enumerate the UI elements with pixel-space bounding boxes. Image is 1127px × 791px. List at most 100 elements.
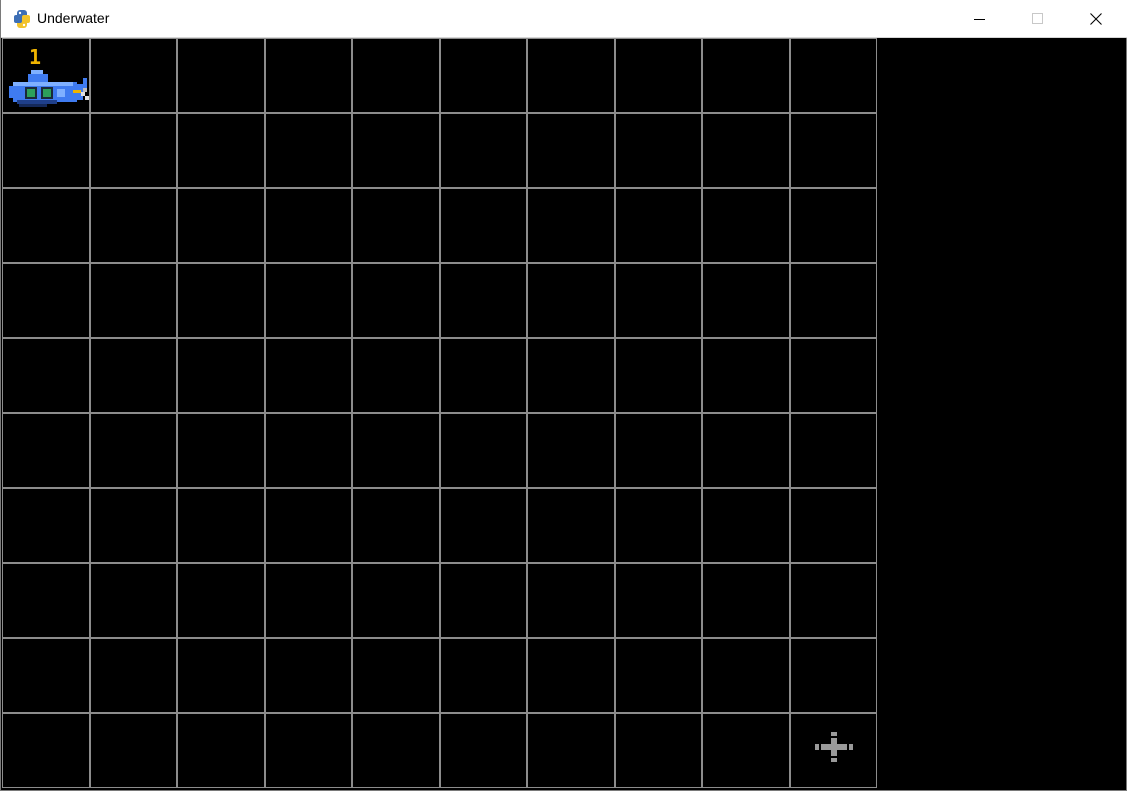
board-cell[interactable] <box>177 638 265 713</box>
board-cell[interactable] <box>264 188 352 263</box>
board-cell[interactable] <box>614 38 702 113</box>
board-cell[interactable] <box>264 713 352 788</box>
board-cell[interactable] <box>702 38 790 113</box>
board-cell[interactable] <box>264 263 352 338</box>
board-cell[interactable] <box>2 488 90 563</box>
board-cell[interactable] <box>2 713 90 788</box>
board-cell[interactable] <box>439 188 527 263</box>
board-cell[interactable] <box>89 713 177 788</box>
board-cell[interactable] <box>177 488 265 563</box>
board-cell[interactable] <box>177 713 265 788</box>
game-board[interactable] <box>2 38 879 790</box>
board-cell[interactable] <box>352 713 440 788</box>
board-cell[interactable] <box>614 113 702 188</box>
board-cell[interactable] <box>789 188 877 263</box>
board-cell[interactable] <box>614 638 702 713</box>
submarine-icon[interactable]: 1 <box>7 44 91 114</box>
board-cell[interactable] <box>789 638 877 713</box>
board-cell[interactable] <box>264 338 352 413</box>
board-cell[interactable] <box>264 38 352 113</box>
board-cell[interactable] <box>177 413 265 488</box>
board-cell[interactable] <box>352 563 440 638</box>
board-cell[interactable] <box>702 563 790 638</box>
board-cell[interactable] <box>439 113 527 188</box>
board-cell[interactable] <box>439 563 527 638</box>
board-cell[interactable] <box>614 188 702 263</box>
board-cell[interactable] <box>527 38 615 113</box>
board-cell[interactable] <box>352 488 440 563</box>
board-cell[interactable] <box>89 563 177 638</box>
board-cell[interactable] <box>264 488 352 563</box>
board-cell[interactable] <box>352 413 440 488</box>
game-canvas[interactable]: 1 <box>2 38 1126 790</box>
board-cell[interactable] <box>2 263 90 338</box>
board-cell[interactable] <box>439 488 527 563</box>
board-cell[interactable] <box>177 188 265 263</box>
board-cell[interactable] <box>702 113 790 188</box>
board-cell[interactable] <box>89 113 177 188</box>
board-cell[interactable] <box>177 338 265 413</box>
board-cell[interactable] <box>527 263 615 338</box>
board-cell[interactable] <box>439 263 527 338</box>
board-cell[interactable] <box>89 338 177 413</box>
board-cell[interactable] <box>527 338 615 413</box>
board-cell[interactable] <box>614 413 702 488</box>
board-cell[interactable] <box>527 113 615 188</box>
board-cell[interactable] <box>89 38 177 113</box>
board-cell[interactable] <box>789 413 877 488</box>
board-cell[interactable] <box>439 638 527 713</box>
title-bar[interactable]: Underwater <box>1 0 1127 38</box>
board-cell[interactable] <box>264 638 352 713</box>
board-cell[interactable] <box>352 188 440 263</box>
board-cell[interactable] <box>352 113 440 188</box>
board-cell[interactable] <box>2 113 90 188</box>
board-cell[interactable] <box>789 263 877 338</box>
board-cell[interactable] <box>177 113 265 188</box>
board-cell[interactable] <box>614 488 702 563</box>
board-cell[interactable] <box>702 713 790 788</box>
board-cell[interactable] <box>614 713 702 788</box>
maximize-button[interactable] <box>1009 0 1067 38</box>
board-cell[interactable] <box>2 638 90 713</box>
board-cell[interactable] <box>527 638 615 713</box>
crosshair-icon[interactable] <box>815 732 853 762</box>
board-cell[interactable] <box>702 338 790 413</box>
board-cell[interactable] <box>439 338 527 413</box>
board-cell[interactable] <box>352 263 440 338</box>
board-cell[interactable] <box>89 263 177 338</box>
board-cell[interactable] <box>439 413 527 488</box>
close-button[interactable] <box>1067 0 1125 38</box>
board-cell[interactable] <box>352 338 440 413</box>
board-cell[interactable] <box>264 563 352 638</box>
board-cell[interactable] <box>439 38 527 113</box>
board-cell[interactable] <box>89 638 177 713</box>
board-cell[interactable] <box>177 563 265 638</box>
board-cell[interactable] <box>2 413 90 488</box>
board-cell[interactable] <box>702 263 790 338</box>
board-cell[interactable] <box>702 188 790 263</box>
board-cell[interactable] <box>264 113 352 188</box>
board-cell[interactable] <box>789 563 877 638</box>
board-cell[interactable] <box>527 188 615 263</box>
board-cell[interactable] <box>2 188 90 263</box>
board-cell[interactable] <box>527 413 615 488</box>
board-cell[interactable] <box>177 263 265 338</box>
board-cell[interactable] <box>702 488 790 563</box>
board-cell[interactable] <box>352 38 440 113</box>
board-cell[interactable] <box>527 713 615 788</box>
board-cell[interactable] <box>789 113 877 188</box>
board-cell[interactable] <box>789 488 877 563</box>
board-cell[interactable] <box>702 413 790 488</box>
board-cell[interactable] <box>614 338 702 413</box>
minimize-button[interactable] <box>951 0 1009 38</box>
board-cell[interactable] <box>614 563 702 638</box>
board-cell[interactable] <box>527 563 615 638</box>
board-cell[interactable] <box>702 638 790 713</box>
board-cell[interactable] <box>352 638 440 713</box>
board-cell[interactable] <box>439 713 527 788</box>
board-cell[interactable] <box>789 338 877 413</box>
board-cell[interactable] <box>89 413 177 488</box>
board-cell[interactable] <box>2 338 90 413</box>
board-cell[interactable] <box>789 38 877 113</box>
board-cell[interactable] <box>264 413 352 488</box>
